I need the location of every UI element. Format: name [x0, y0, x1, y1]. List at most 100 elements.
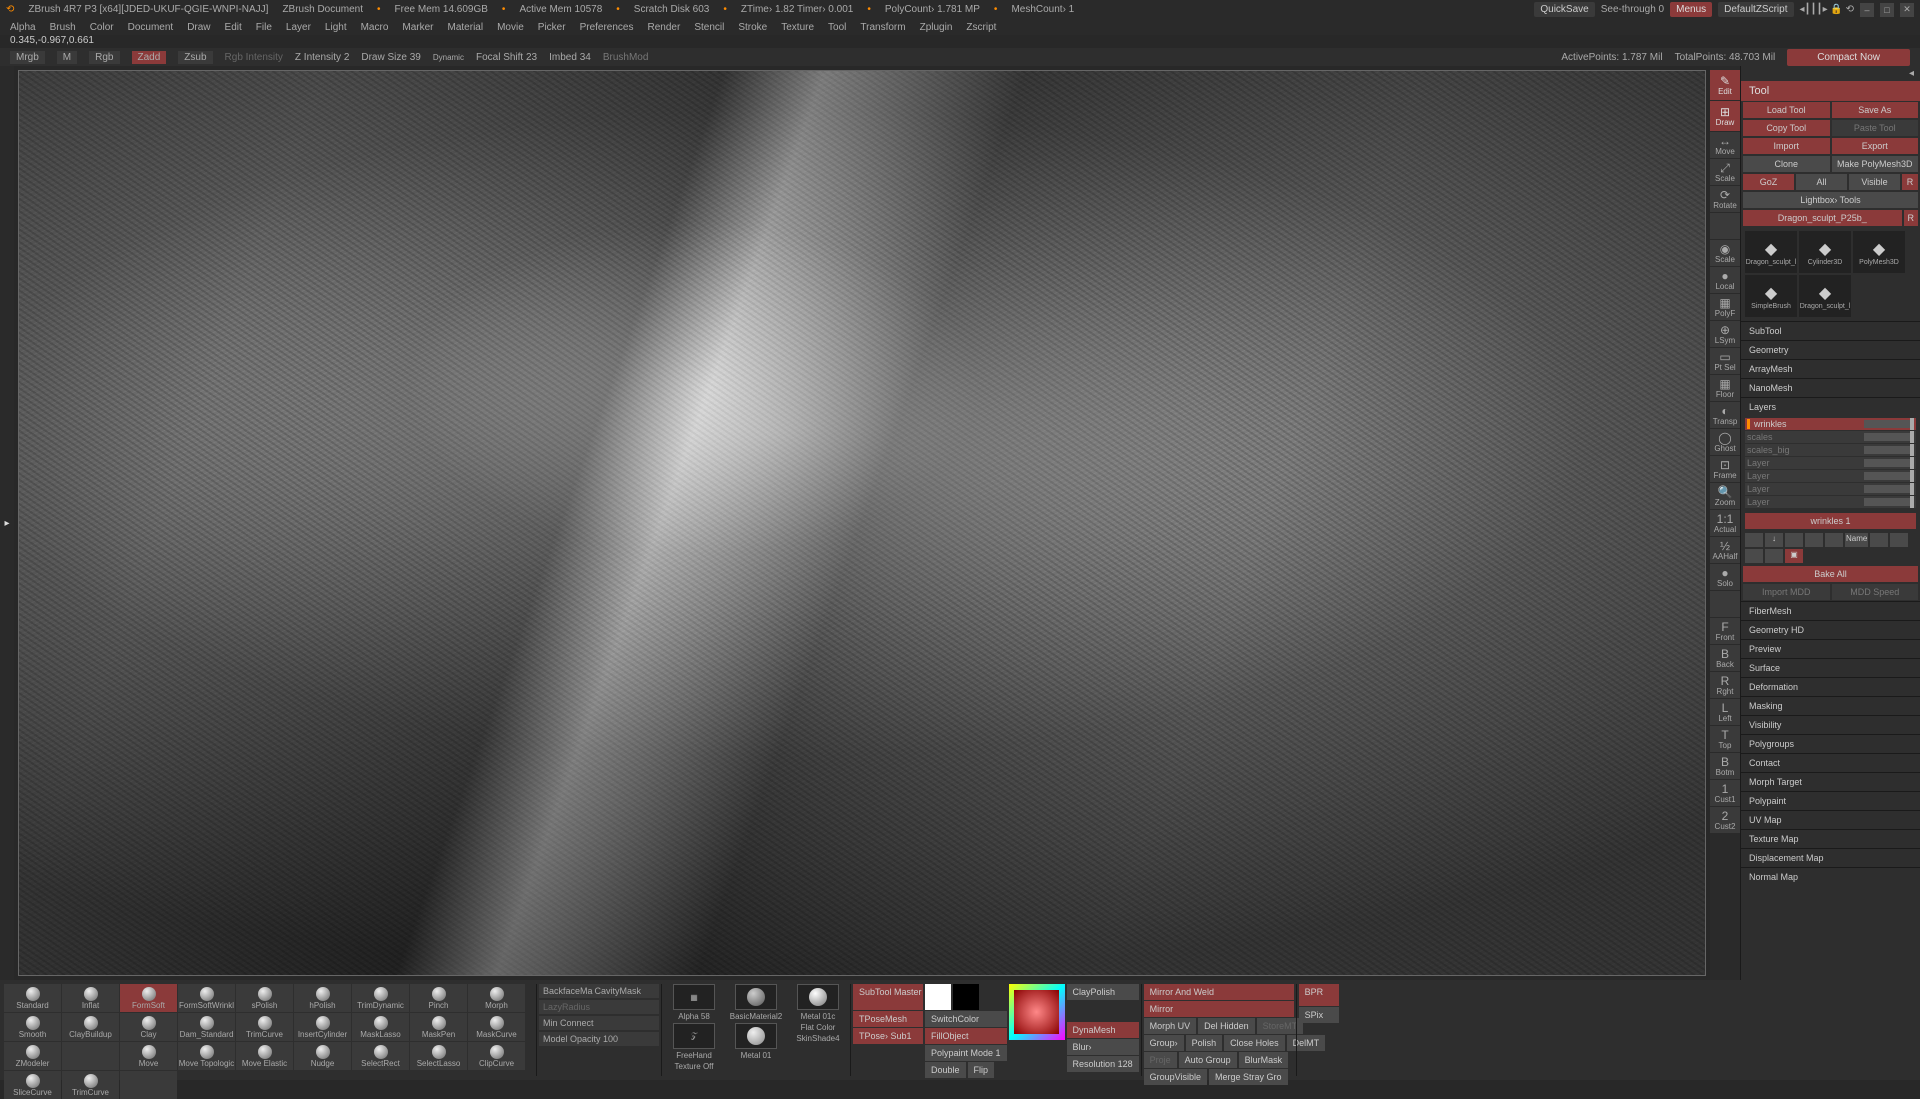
layer-current[interactable]: wrinkles 1 — [1745, 513, 1916, 529]
lazy-radius-button[interactable]: LazyRadius — [539, 1000, 659, 1014]
focal-shift-slider[interactable]: Focal Shift 23 — [476, 52, 537, 63]
brush-trimcurve[interactable]: TrimCurve — [236, 1013, 293, 1041]
menu-texture[interactable]: Texture — [781, 22, 814, 33]
layer-btn-6[interactable] — [1870, 533, 1888, 547]
subpalette-texture-map[interactable]: Texture Map — [1741, 829, 1920, 848]
brush-inflat[interactable]: Inflat — [62, 984, 119, 1012]
mrgb-button[interactable]: Mrgb — [10, 51, 45, 64]
tposemesh-button[interactable]: TPoseMesh — [853, 1011, 923, 1027]
blur-mask-button[interactable]: BlurMask — [1239, 1052, 1289, 1068]
morph-uv-button[interactable]: Morph UV — [1144, 1018, 1197, 1034]
bpr-button[interactable]: BPR — [1299, 984, 1339, 1006]
maximize-icon[interactable]: □ — [1880, 3, 1894, 17]
menu-layer[interactable]: Layer — [286, 22, 311, 33]
copy-tool-button[interactable]: Copy Tool — [1743, 120, 1830, 136]
menu-document[interactable]: Document — [128, 22, 174, 33]
dynamic-toggle[interactable]: Dynamic — [433, 53, 464, 62]
brush-masklasso[interactable]: MaskLasso — [352, 1013, 409, 1041]
brush-smooth[interactable]: Smooth — [4, 1013, 61, 1041]
brush-hpolish[interactable]: hPolish — [294, 984, 351, 1012]
stroke-thumbnail[interactable]: 𝒵 — [673, 1023, 715, 1049]
rail-polyf[interactable]: ▦PolyF — [1710, 294, 1740, 320]
layers-subpalette[interactable]: Layers — [1741, 397, 1920, 416]
left-expand-icon[interactable]: ▸ — [4, 518, 9, 529]
rail-front[interactable]: FFront — [1710, 618, 1740, 644]
rail-ghost[interactable]: ◯Ghost — [1710, 429, 1740, 455]
color-picker[interactable] — [1009, 984, 1065, 1040]
quicksave-button[interactable]: QuickSave — [1534, 2, 1594, 17]
backface-mask-button[interactable]: BackfaceMa — [543, 986, 593, 996]
brush-zmodeler[interactable]: ZModeler — [4, 1042, 61, 1070]
m-button[interactable]: M — [57, 51, 77, 64]
menu-alpha[interactable]: Alpha — [10, 22, 36, 33]
group-visible-button[interactable]: GroupVisible — [1144, 1069, 1207, 1085]
menu-render[interactable]: Render — [648, 22, 681, 33]
menu-preferences[interactable]: Preferences — [580, 22, 634, 33]
load-tool-button[interactable]: Load Tool — [1743, 102, 1830, 118]
right-expand-icon[interactable]: ◂ — [1909, 68, 1914, 79]
rail-local[interactable]: ●Local — [1710, 267, 1740, 293]
subtool-master-button[interactable]: SubTool Master — [853, 984, 923, 1010]
goz-button[interactable]: GoZ — [1743, 174, 1794, 190]
layer-item[interactable]: Layer — [1745, 470, 1916, 482]
rail-botm[interactable]: BBotm — [1710, 753, 1740, 779]
tray-icons[interactable]: ◂┃┃┃▸ 🔒 ⟲ — [1800, 4, 1855, 15]
brush-move-topologic[interactable]: Move Topologic — [178, 1042, 235, 1070]
skinshade-button[interactable]: SkinShade4 — [796, 1034, 839, 1043]
rail-frame[interactable]: ⊡Frame — [1710, 456, 1740, 482]
claypolish-button[interactable]: ClayPolish — [1067, 984, 1139, 1000]
viewport[interactable] — [18, 70, 1706, 976]
auto-group-button[interactable]: Auto Group — [1179, 1052, 1237, 1068]
export-button[interactable]: Export — [1832, 138, 1919, 154]
del-hidden-button[interactable]: Del Hidden — [1198, 1018, 1255, 1034]
rail-top[interactable]: TTop — [1710, 726, 1740, 752]
brush-move-elastic[interactable]: Move Elastic — [236, 1042, 293, 1070]
layer-btn-8[interactable] — [1745, 549, 1763, 563]
brush-formsoftwrinkl[interactable]: FormSoftWrinkl — [178, 984, 235, 1012]
layer-item[interactable]: Layer — [1745, 457, 1916, 469]
menu-tool[interactable]: Tool — [828, 22, 846, 33]
layer-btn-3[interactable] — [1805, 533, 1823, 547]
layer-btn-10[interactable]: ▣ — [1785, 549, 1803, 563]
flip-button[interactable]: Flip — [968, 1062, 995, 1078]
subpalette-arraymesh[interactable]: ArrayMesh — [1741, 359, 1920, 378]
blur-button[interactable]: Blur› — [1067, 1039, 1139, 1055]
texture-off-button[interactable]: Texture Off — [675, 1062, 714, 1071]
model-opacity-slider[interactable]: Model Opacity 100 — [539, 1032, 659, 1046]
rail-pt sel[interactable]: ▭Pt Sel — [1710, 348, 1740, 374]
menu-color[interactable]: Color — [90, 22, 114, 33]
rail-back[interactable]: BBack — [1710, 645, 1740, 671]
brush-maskcurve[interactable]: MaskCurve — [468, 1013, 525, 1041]
rail-rotate[interactable]: ⟳Rotate — [1710, 186, 1740, 212]
brush-trimcurve[interactable]: TrimCurve — [62, 1071, 119, 1099]
tpose-sub-button[interactable]: TPose› Sub1 — [853, 1028, 923, 1044]
z-intensity-slider[interactable]: Z Intensity 2 — [295, 52, 349, 63]
dynamesh-button[interactable]: DynaMesh — [1067, 1022, 1139, 1038]
alpha-thumbnail[interactable]: ▦ — [673, 984, 715, 1010]
clone-button[interactable]: Clone — [1743, 156, 1830, 172]
subpalette-visibility[interactable]: Visibility — [1741, 715, 1920, 734]
compact-now-button[interactable]: Compact Now — [1787, 49, 1910, 66]
merge-stray-button[interactable]: Merge Stray Gro — [1209, 1069, 1288, 1085]
menu-marker[interactable]: Marker — [402, 22, 433, 33]
goz-all-button[interactable]: All — [1796, 174, 1847, 190]
layer-item[interactable]: scales_big — [1745, 444, 1916, 456]
paste-tool-button[interactable]: Paste Tool — [1832, 120, 1919, 136]
color-main-swatch[interactable] — [925, 984, 951, 1010]
material-thumbnail[interactable] — [735, 984, 777, 1010]
mdd-speed-button[interactable]: MDD Speed — [1832, 584, 1919, 600]
tool-thumb[interactable]: ◆Cylinder3D — [1799, 231, 1851, 273]
material-metal-thumbnail[interactable] — [735, 1023, 777, 1049]
minimize-icon[interactable]: – — [1860, 3, 1874, 17]
del-mt-button[interactable]: DelMT — [1287, 1035, 1326, 1051]
brush-pinch[interactable]: Pinch — [410, 984, 467, 1012]
fill-object-button[interactable]: FillObject — [925, 1028, 1007, 1044]
layer-btn-4[interactable] — [1825, 533, 1843, 547]
imbed-slider[interactable]: Imbed 34 — [549, 52, 591, 63]
rgb-button[interactable]: Rgb — [89, 51, 119, 64]
rail-aahalf[interactable]: ½AAHalf — [1710, 537, 1740, 563]
brush-formsoft[interactable]: FormSoft — [120, 984, 177, 1012]
color-secondary-swatch[interactable] — [953, 984, 979, 1010]
rail-transp[interactable]: ◐Transp — [1710, 402, 1740, 428]
brush-clay[interactable]: Clay — [120, 1013, 177, 1041]
